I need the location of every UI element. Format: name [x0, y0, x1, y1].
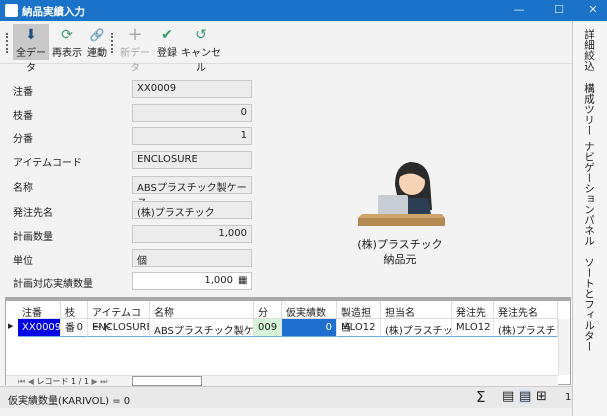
button-label: 登録 — [157, 48, 177, 59]
field-label: 単位 — [13, 256, 33, 267]
record-count: レコード 1 / 1 — [36, 377, 89, 386]
person-at-laptop-icon — [358, 162, 445, 226]
new-data-button[interactable]: + 新データ — [118, 24, 152, 75]
supplier-name: (株)プラスチック — [357, 238, 443, 251]
field-label: 名称 — [13, 183, 33, 194]
column-header[interactable]: 仮実績数量 — [282, 301, 337, 334]
vertical-scrollbar[interactable] — [558, 319, 570, 375]
toolbar: ⬇ 全データ ⟳ 再表示 🔗 連動 + 新データ ✔ 登録 ↺ キャンセル — [0, 21, 572, 75]
field-input[interactable]: 個 — [132, 249, 252, 267]
status-text: 仮実績数量(KARIVOL) = 0 — [8, 396, 131, 407]
supplier-caption: (株)プラスチック 納品元 — [355, 237, 445, 267]
column-header[interactable]: 分類 — [254, 301, 282, 334]
button-label: 連動 — [87, 48, 107, 59]
grid-cell[interactable]: 0 — [61, 319, 88, 337]
field-label: 発注先名 — [13, 208, 53, 219]
column-header[interactable]: 名称 — [150, 301, 254, 319]
maximize-button[interactable]: ☐ — [552, 3, 566, 17]
column-header[interactable]: 注番 — [18, 301, 61, 319]
column-header[interactable]: アイテムコード — [88, 301, 150, 334]
field-input[interactable]: 1,000 — [132, 272, 252, 290]
button-label: 再表示 — [52, 48, 82, 59]
grid-cell[interactable]: ENCLOSURE — [88, 319, 150, 337]
grid-cell[interactable]: MLO12 — [452, 319, 494, 337]
grid-cell[interactable]: XX0009 — [18, 319, 61, 337]
link-button[interactable]: 🔗 連動 — [85, 24, 109, 60]
field-input[interactable]: ENCLOSURE — [132, 151, 252, 169]
horizontal-scrollbar[interactable] — [132, 376, 202, 386]
register-button[interactable]: ✔ 登録 — [155, 24, 179, 60]
column-header[interactable]: 製造担当 — [337, 301, 381, 334]
undo-icon: ↺ — [195, 27, 207, 43]
view-detail-icon[interactable]: ▤ — [519, 389, 532, 404]
side-panel: 詳細絞込 構成ツリー ナビゲーションパネル ソートとフィルター — [572, 21, 607, 416]
current-row-indicator: ▶ — [8, 322, 14, 330]
all-data-button[interactable]: ⬇ 全データ — [13, 24, 49, 74]
view-list-icon[interactable]: ▤ — [502, 389, 514, 404]
column-header[interactable]: 発注先名 — [494, 301, 558, 319]
grid-cell[interactable]: MLO12 — [337, 319, 381, 337]
field-input[interactable]: 0 — [132, 104, 252, 122]
field-input[interactable]: XX0009 — [132, 80, 252, 98]
grid-cell[interactable]: ABSプラスチック製ケース — [150, 319, 254, 337]
app-icon — [5, 4, 18, 17]
toolbar-grip[interactable] — [111, 33, 113, 53]
toolbar-grip[interactable] — [6, 33, 8, 53]
supplier-role: 納品元 — [383, 253, 417, 266]
window-bottom — [0, 408, 607, 416]
button-label: キャンセル — [181, 48, 221, 74]
column-header[interactable]: 枝番 — [61, 301, 88, 334]
close-button[interactable]: ✕ — [586, 3, 600, 17]
sum-icon[interactable]: Σ — [476, 388, 485, 406]
data-grid[interactable]: 注番枝番アイテムコード名称分類仮実績数量製造担当担当名発注先発注先名 ▶ XX000… — [5, 297, 571, 387]
field-label: 分番 — [13, 134, 33, 145]
grid-cell[interactable]: (株)プラスチック — [381, 319, 452, 337]
tab-structure-tree[interactable]: 構成ツリー — [582, 83, 597, 136]
tab-navigation-panel[interactable]: ナビゲーションパネル — [582, 141, 597, 246]
status-bar: 仮実績数量(KARIVOL) = 0 Σ ▤ ▤ ⊞ 100 % — [0, 386, 600, 408]
download-circle-icon: ⬇ — [25, 27, 37, 43]
field-input[interactable]: 1,000 — [132, 225, 252, 243]
grid-cell[interactable]: (株)プラスチック — [494, 319, 558, 337]
field-input[interactable]: ABSプラスチック製ケース — [132, 176, 252, 209]
tab-sort-filter[interactable]: ソートとフィルター — [582, 257, 597, 352]
tab-detail-filter[interactable]: 詳細絞込 — [582, 29, 597, 71]
field-label: アイテムコード — [13, 158, 82, 169]
grid-cell[interactable]: 009 — [254, 319, 282, 337]
window-title: 納品実績入力 — [22, 6, 85, 18]
field-label: 計画対応実績数量 — [13, 279, 93, 290]
plus-icon: + — [127, 24, 143, 45]
column-header[interactable]: 発注先 — [452, 301, 494, 319]
field-input[interactable]: 1 — [132, 127, 252, 145]
button-label: 新データ — [120, 48, 150, 74]
field-label: 注番 — [13, 87, 33, 98]
field-label: 枝番 — [13, 111, 33, 122]
title-bar: 納品実績入力 — ☐ ✕ — [0, 0, 607, 21]
minimize-button[interactable]: — — [512, 3, 526, 17]
calculator-icon[interactable]: ▦ — [238, 275, 247, 286]
check-circle-icon: ✔ — [161, 27, 173, 43]
view-grid-icon[interactable]: ⊞ — [536, 389, 547, 404]
cancel-button[interactable]: ↺ キャンセル — [181, 24, 221, 74]
field-input[interactable]: (株)プラスチック — [132, 201, 252, 219]
button-label: 全データ — [16, 48, 46, 74]
supplier-illustration — [350, 140, 450, 230]
grid-cell[interactable]: 0 — [282, 319, 337, 337]
refresh-button[interactable]: ⟳ 再表示 — [51, 24, 83, 60]
column-header[interactable]: 担当名 — [381, 301, 452, 319]
link-icon: 🔗 — [89, 28, 105, 42]
field-label: 計画数量 — [13, 232, 53, 243]
refresh-icon: ⟳ — [61, 27, 73, 43]
